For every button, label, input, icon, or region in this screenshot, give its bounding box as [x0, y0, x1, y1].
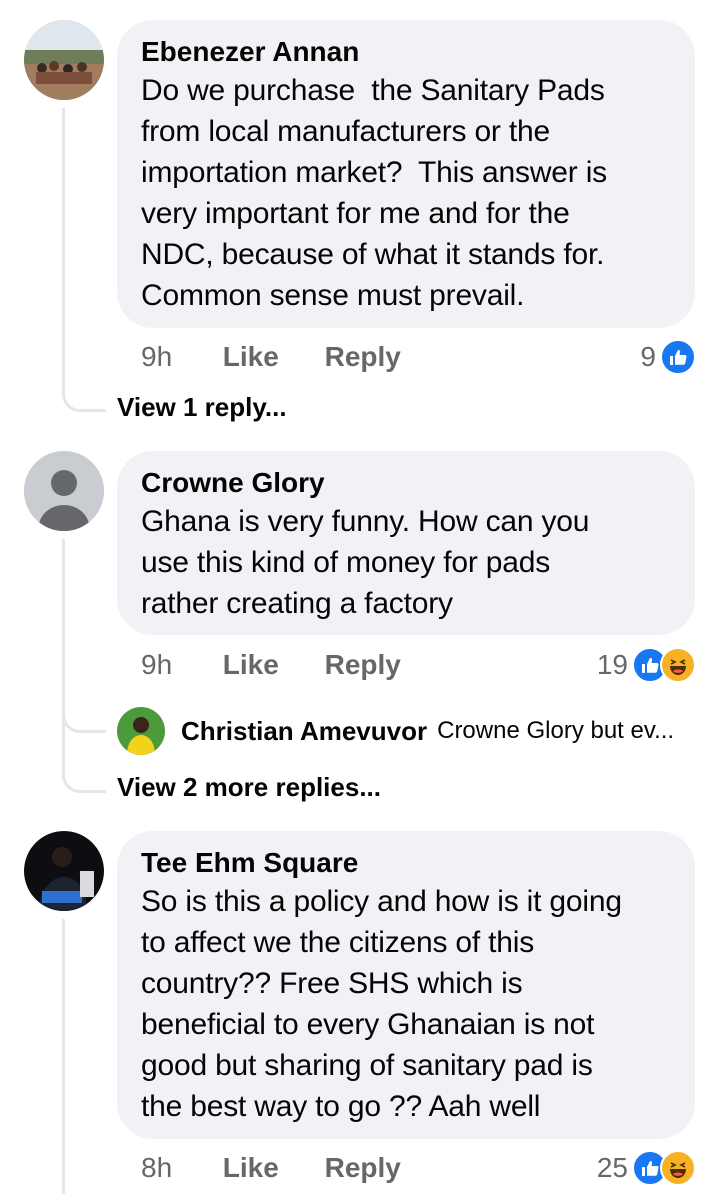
reply-preview[interactable]: Christian Amevuvor Crowne Glory but ev..…	[117, 706, 697, 756]
comment-actions: 8h Like Reply	[141, 1148, 439, 1188]
haha-icon	[660, 1150, 696, 1186]
reaction-count: 19	[596, 649, 628, 680]
reply-button[interactable]: Reply	[325, 1148, 401, 1188]
comment-author[interactable]: Crowne Glory	[141, 465, 671, 501]
reaction-count: 25	[596, 1152, 628, 1183]
like-button[interactable]: Like	[223, 645, 279, 685]
comment-bubble[interactable]: Crowne Glory Ghana is very funny. How ca…	[117, 451, 695, 635]
comment-time[interactable]: 9h	[141, 645, 215, 685]
comment-text: Do we purchase the Sanitary Pads from lo…	[141, 74, 607, 312]
comment-bubble[interactable]: Tee Ehm Square So is this a policy and h…	[117, 831, 695, 1139]
avatar[interactable]	[24, 20, 104, 100]
like-icon	[660, 339, 696, 375]
view-replies-link[interactable]: View 1 reply...	[117, 389, 287, 425]
reply-text: Crowne Glory but ev...	[437, 717, 675, 744]
reaction-count: 9	[640, 341, 656, 372]
like-button[interactable]: Like	[223, 337, 279, 377]
comment-text: Ghana is very funny. How can you use thi…	[141, 505, 590, 620]
avatar[interactable]	[117, 707, 165, 755]
thread-line	[62, 919, 65, 1194]
reaction-summary[interactable]: 9	[640, 337, 696, 377]
thread-connector	[62, 771, 106, 793]
thread-connector	[62, 390, 106, 412]
reaction-summary[interactable]: 25	[597, 1148, 696, 1188]
comment-actions: 9h Like Reply	[141, 337, 439, 377]
comment-time[interactable]: 9h	[141, 337, 215, 377]
comment-bubble[interactable]: Ebenezer Annan Do we purchase the Sanita…	[117, 20, 695, 328]
reply-author[interactable]: Christian Amevuvor	[181, 716, 427, 747]
thread-line	[62, 539, 65, 779]
default-user-icon	[24, 451, 104, 531]
haha-icon	[660, 647, 696, 683]
view-replies-link[interactable]: View 2 more replies...	[117, 769, 381, 805]
reply-button[interactable]: Reply	[325, 337, 401, 377]
comment-text: So is this a policy and how is it going …	[141, 885, 622, 1123]
reply-button[interactable]: Reply	[325, 645, 401, 685]
comment-author[interactable]: Tee Ehm Square	[141, 845, 671, 881]
avatar[interactable]	[24, 831, 104, 911]
comment-time[interactable]: 8h	[141, 1148, 215, 1188]
comment-author[interactable]: Ebenezer Annan	[141, 34, 671, 70]
thread-connector	[62, 711, 106, 733]
avatar-person-photo-icon	[24, 831, 104, 911]
reaction-summary[interactable]: 19	[597, 645, 696, 685]
comment-actions: 9h Like Reply	[141, 645, 439, 685]
thread-line	[62, 108, 65, 398]
avatar[interactable]	[24, 451, 104, 531]
like-button[interactable]: Like	[223, 1148, 279, 1188]
avatar-person-photo-icon	[117, 707, 165, 755]
avatar-crowd-photo-icon	[24, 20, 104, 100]
